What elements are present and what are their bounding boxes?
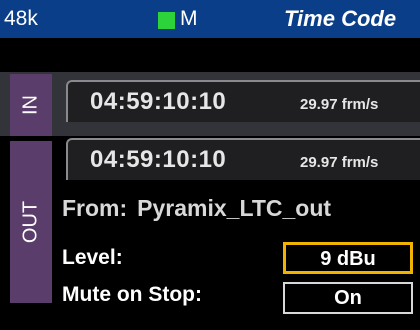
level-field[interactable]: 9 dBu — [283, 242, 413, 274]
in-frame-rate: 29.97 frm/s — [300, 96, 379, 113]
tab-in[interactable]: IN — [10, 74, 52, 136]
level-label: Level: — [62, 246, 123, 269]
from-source-row: From: Pyramix_LTC_out — [62, 195, 331, 222]
header-bar: 48k M Time Code — [0, 0, 420, 38]
out-timecode-display: 04:59:10:10 29.97 frm/s — [66, 138, 420, 180]
mode-label: M — [180, 7, 198, 30]
tab-out[interactable]: OUT — [10, 141, 52, 303]
out-timecode-value: 04:59:10:10 — [90, 146, 227, 173]
mute-on-stop-label: Mute on Stop: — [62, 283, 202, 306]
mute-on-stop-field[interactable]: On — [283, 282, 413, 314]
status-indicator-icon — [158, 12, 175, 29]
tab-out-label: OUT — [19, 200, 42, 244]
page-title: Time Code — [284, 6, 397, 31]
in-timecode-display: 04:59:10:10 29.97 frm/s — [66, 80, 420, 122]
out-frame-rate: 29.97 frm/s — [300, 154, 379, 171]
from-label: From: — [62, 195, 128, 221]
in-timecode-value: 04:59:10:10 — [90, 88, 227, 115]
from-source-value: Pyramix_LTC_out — [137, 195, 332, 221]
sample-rate: 48k — [4, 7, 38, 30]
tab-in-label: IN — [19, 95, 42, 115]
